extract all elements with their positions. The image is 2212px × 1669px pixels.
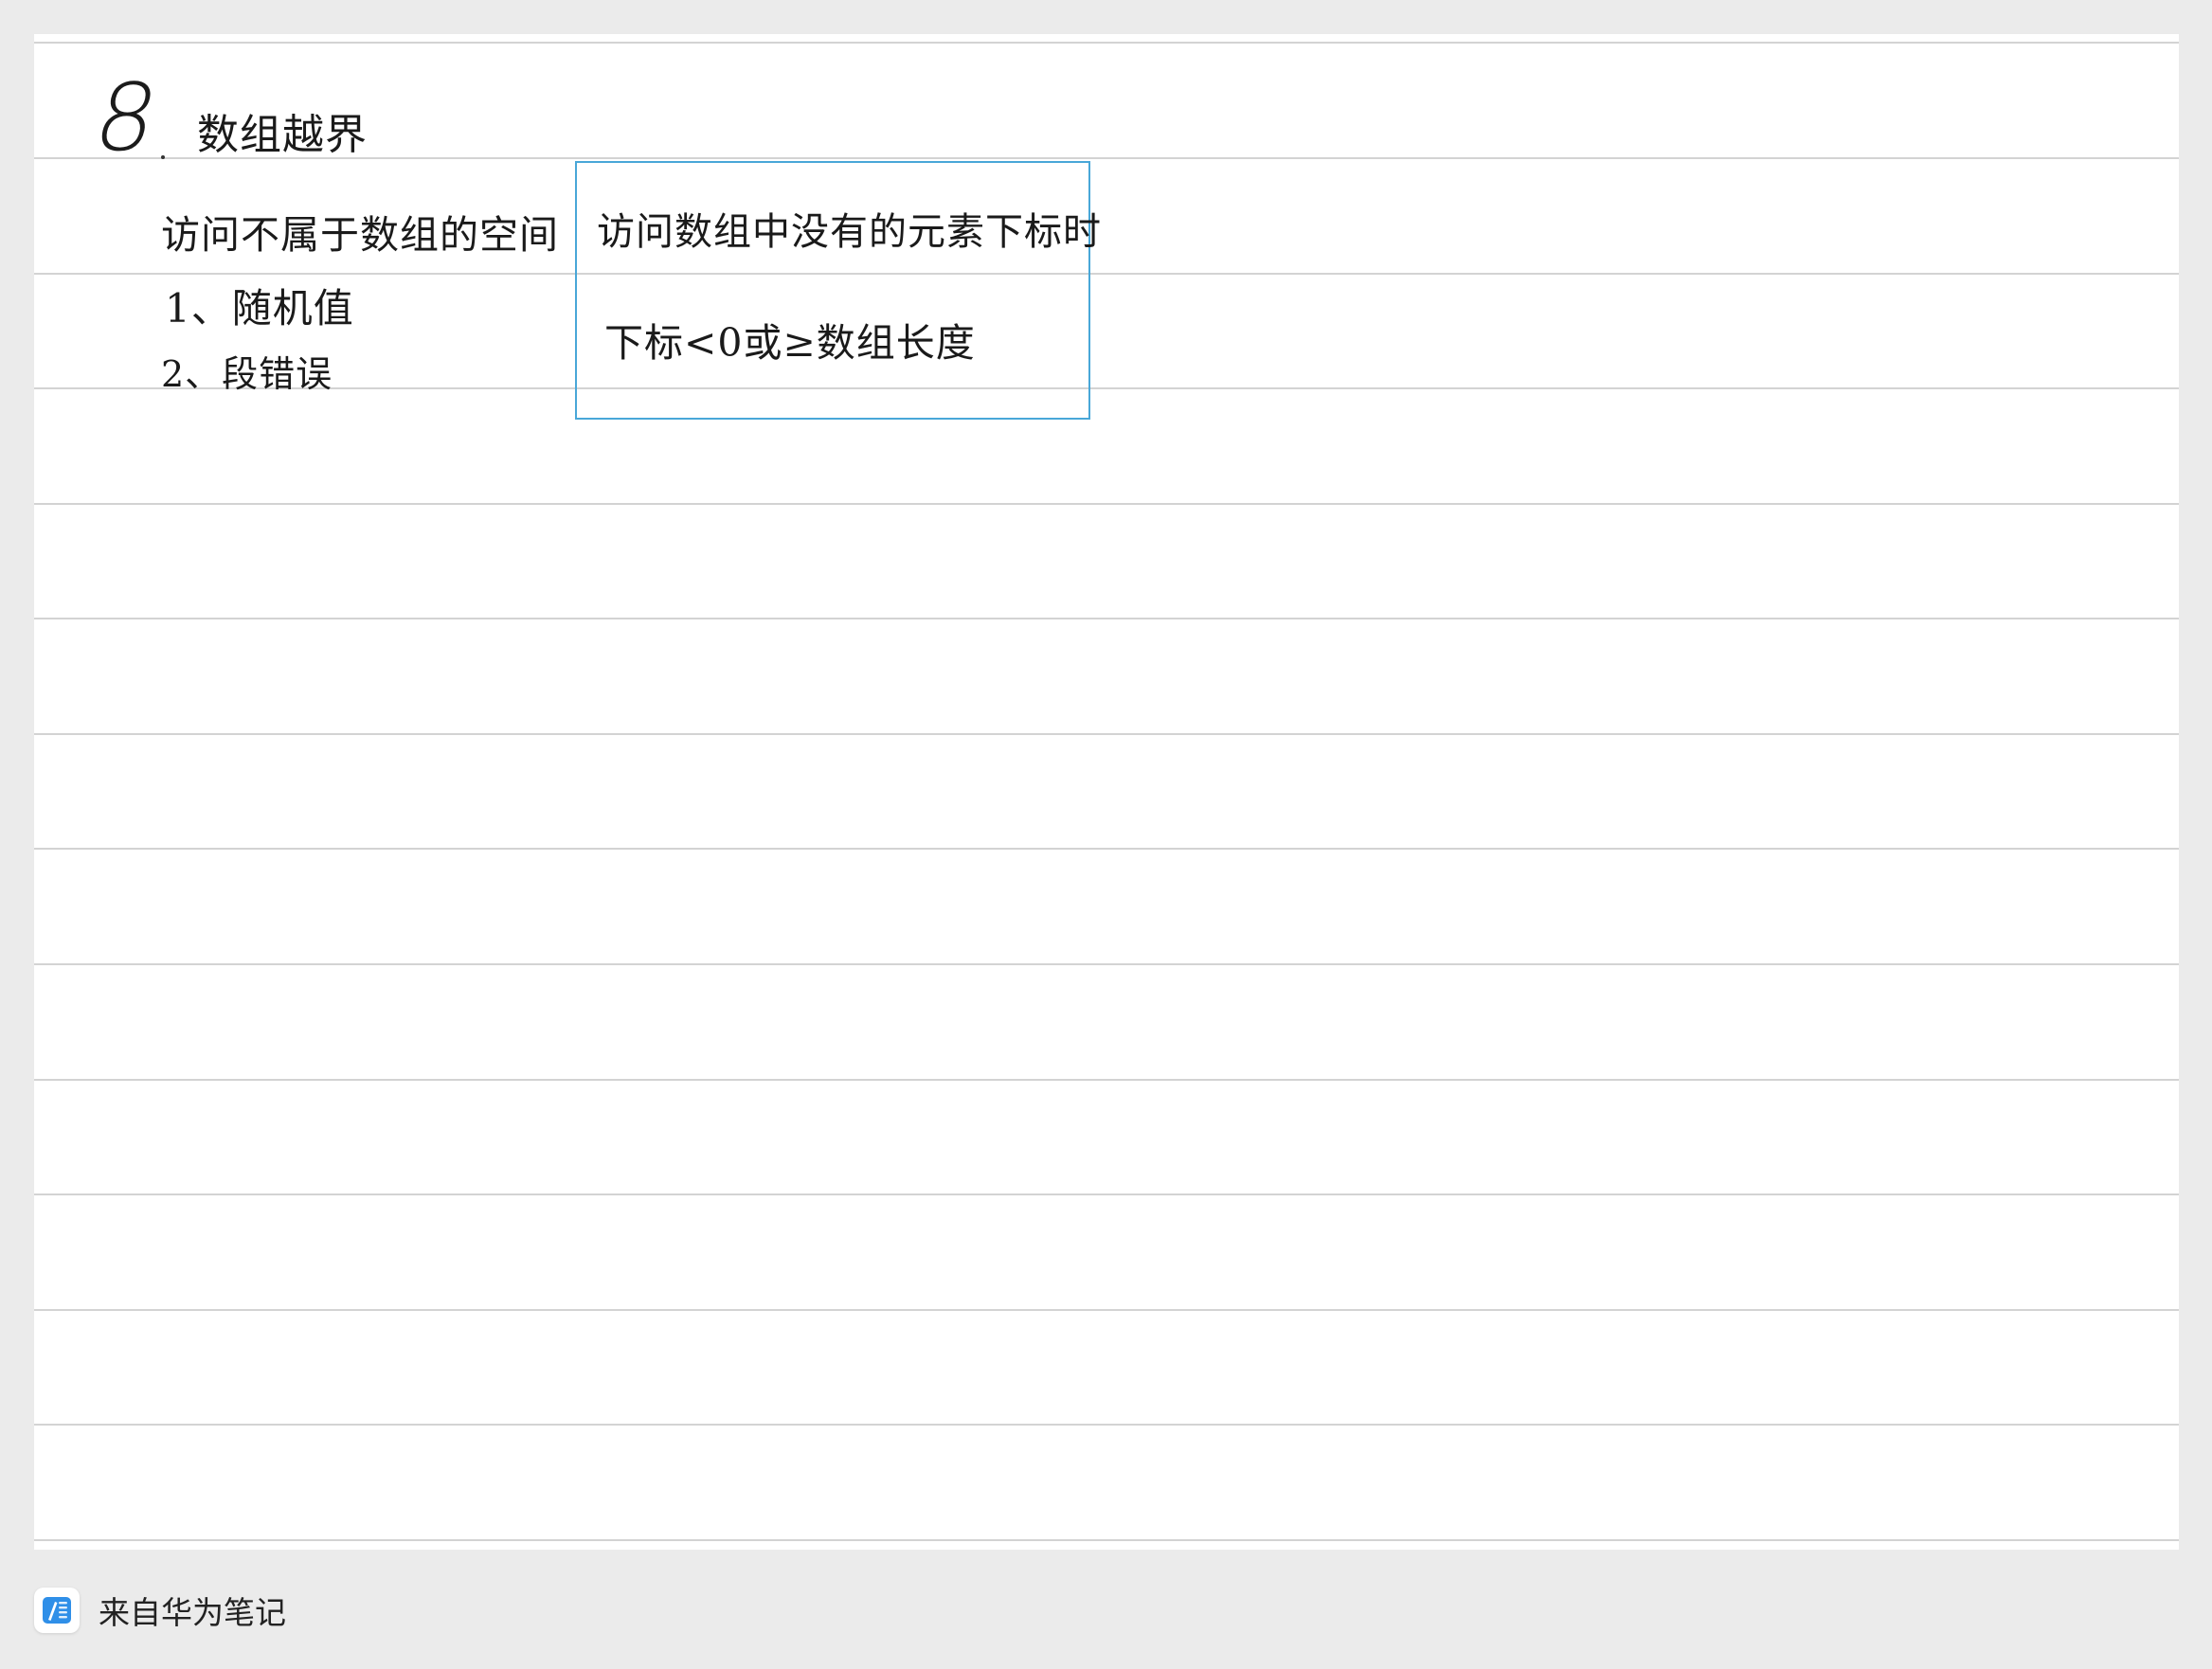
ruled-line (34, 733, 2179, 735)
ruled-line (34, 503, 2179, 505)
ruled-line (34, 1193, 2179, 1195)
ruled-line (34, 848, 2179, 850)
list-item: 1、随机值 (165, 285, 354, 332)
notes-icon (43, 1597, 71, 1624)
ruled-line (34, 618, 2179, 619)
ruled-line (34, 1079, 2179, 1081)
ruled-line (34, 273, 2179, 275)
source-label: 来自华为笔记 (99, 1594, 286, 1631)
huawei-notes-app-icon (34, 1588, 80, 1633)
highlight-box (575, 161, 1090, 420)
ruled-line (34, 1309, 2179, 1311)
ruled-line (34, 963, 2179, 965)
list-item: 2、段错误 (161, 353, 333, 395)
ruled-line (34, 42, 2179, 44)
box-note-line: 访问数组中没有的元素下标时 (597, 210, 1102, 254)
ruled-line (34, 1424, 2179, 1426)
section-number-dot (161, 155, 165, 159)
note-page: 8 数组越界 访问不属于数组的空间 1、随机值 2、段错误 访问数组中没有的元素… (34, 34, 2179, 1550)
ruled-line (34, 387, 2179, 389)
section-number: 8 (84, 64, 169, 172)
box-note-line: 下标<0或≥数组长度 (604, 320, 976, 366)
note-title: 数组越界 (197, 111, 368, 159)
ruled-line (34, 1539, 2179, 1541)
source-footer: 来自华为笔记 (34, 1586, 286, 1635)
note-description: 访问不属于数组的空间 (161, 212, 559, 258)
